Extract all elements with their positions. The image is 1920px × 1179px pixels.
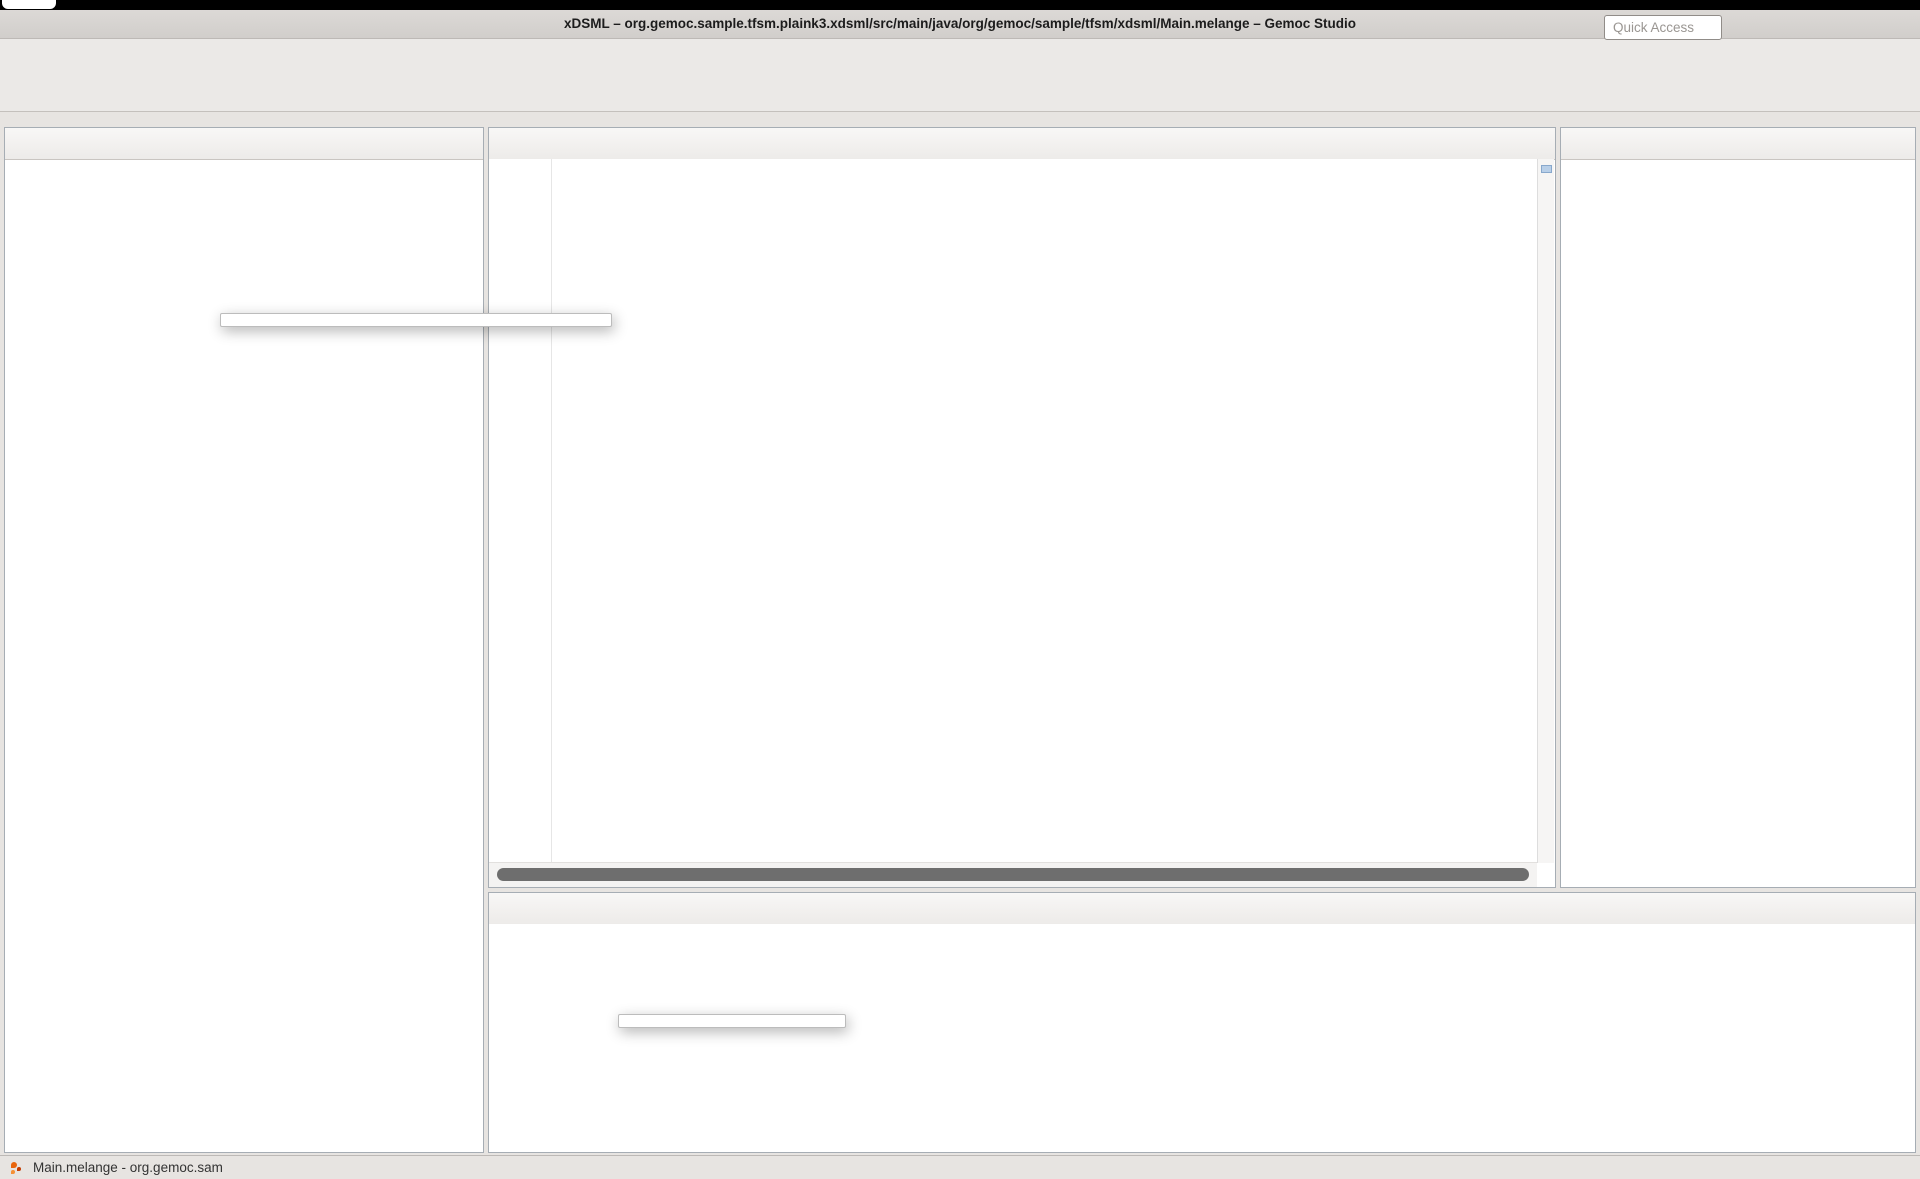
quick-access-input[interactable] <box>1604 15 1722 40</box>
melange-icon <box>8 1160 25 1176</box>
javadoc-content <box>489 924 1915 1152</box>
gutter-separator <box>551 159 552 863</box>
horizontal-scrollbar-track[interactable] <box>489 862 1537 887</box>
horizontal-scrollbar-thumb[interactable] <box>497 868 1529 881</box>
outline-view <box>1560 127 1916 888</box>
cursor-position-marker <box>1541 165 1552 173</box>
status-text: Main.melange - org.gemoc.sam <box>33 1160 223 1175</box>
editor-view <box>488 127 1556 888</box>
gemoc-studio-window: xDSML – org.gemoc.sample.tfsm.plaink3.xd… <box>0 0 1920 1179</box>
melange-submenu <box>618 1014 846 1028</box>
project-explorer-tree[interactable] <box>5 159 483 1152</box>
overview-ruler[interactable] <box>1537 159 1554 863</box>
status-bar: Main.melange - org.gemoc.sam <box>0 1155 1920 1179</box>
bottom-panel-tabbar <box>489 893 1915 925</box>
project-explorer-tabbar <box>5 128 483 160</box>
project-explorer-view <box>4 127 484 1153</box>
editor-body[interactable] <box>489 159 1537 863</box>
outline-tabbar <box>1561 128 1915 160</box>
context-menu <box>220 313 612 327</box>
window-top-strip <box>0 0 1920 10</box>
menubar <box>0 39 1920 66</box>
window-corner-tab <box>2 0 56 9</box>
window-title: xDSML – org.gemoc.sample.tfsm.plaink3.xd… <box>564 16 1356 31</box>
outline-tree[interactable] <box>1561 159 1915 887</box>
main-toolbar <box>0 66 1920 112</box>
editor-tabbar <box>489 128 1555 160</box>
